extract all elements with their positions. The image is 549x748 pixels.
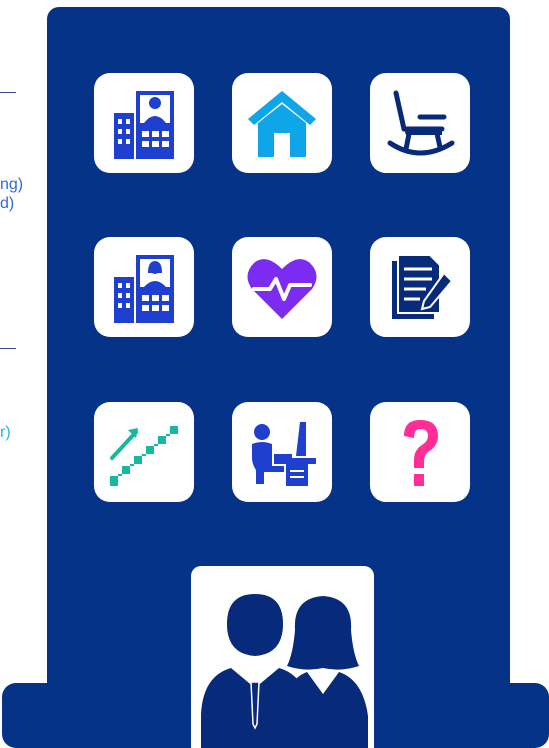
tile-office-building[interactable] bbox=[94, 73, 194, 173]
home-icon bbox=[248, 91, 316, 157]
document-pen-icon bbox=[392, 254, 454, 319]
tile-desk-worker[interactable] bbox=[232, 402, 332, 502]
side-divider-top bbox=[0, 92, 16, 93]
rocking-chair-icon bbox=[387, 90, 455, 156]
tile-office-building-woman[interactable] bbox=[94, 237, 194, 337]
desk-worker-icon bbox=[252, 422, 316, 486]
office-building-woman-icon bbox=[114, 255, 174, 323]
heart-rate-icon bbox=[247, 259, 317, 319]
side-divider-mid bbox=[0, 348, 16, 349]
side-text-r: r) bbox=[0, 424, 11, 441]
side-text-ng: ng) bbox=[0, 176, 24, 193]
tile-home[interactable] bbox=[232, 73, 332, 173]
tile-career-stairs[interactable] bbox=[94, 402, 194, 502]
tile-rocking-chair[interactable] bbox=[370, 73, 470, 173]
office-building-icon bbox=[114, 91, 174, 159]
side-text-d: d) bbox=[0, 195, 15, 212]
tile-question[interactable] bbox=[370, 402, 470, 502]
tile-document-pen[interactable] bbox=[370, 237, 470, 337]
man-woman-icon bbox=[201, 594, 368, 748]
question-mark-icon bbox=[404, 420, 438, 486]
career-stairs-icon bbox=[110, 426, 178, 486]
tile-heart-rate[interactable] bbox=[232, 237, 332, 337]
entrance-door[interactable] bbox=[191, 566, 374, 748]
